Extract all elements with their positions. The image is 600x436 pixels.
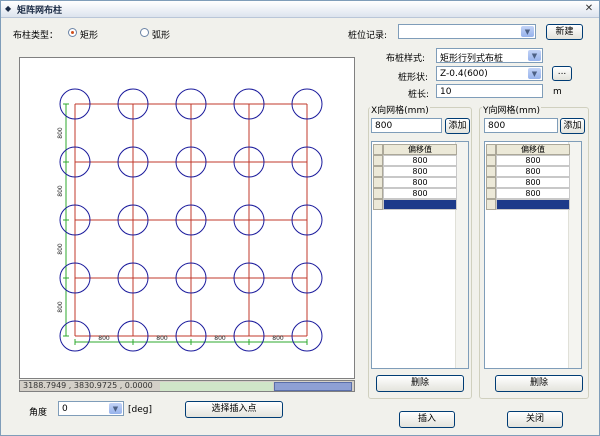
x-grid-title: X向网格(mm)	[370, 103, 430, 116]
y-grid-row-header[interactable]	[486, 188, 496, 199]
y-grid-input-value: 800	[488, 121, 506, 131]
y-grid-title: Y向网格(mm)	[482, 103, 542, 116]
window-title: 矩阵网布柱	[17, 6, 63, 16]
close-icon[interactable]: ✕	[583, 3, 595, 14]
layout-type-label: 布柱类型：	[13, 31, 59, 41]
shape-label: 桩形状:	[398, 73, 429, 83]
y-grid-row[interactable]: 800	[496, 166, 570, 177]
dimension-label: 800	[57, 127, 64, 139]
y-grid-row-header[interactable]	[486, 166, 496, 177]
angle-value: 0	[62, 404, 68, 414]
dimension-label: 800	[57, 243, 64, 255]
y-grid-column-header: 偏移值	[496, 144, 570, 155]
x-grid-row[interactable]: 800	[383, 155, 457, 166]
radio-arc[interactable]	[140, 28, 149, 37]
x-grid-row[interactable]: 800	[383, 166, 457, 177]
x-grid-delete-button[interactable]: 删除	[376, 375, 464, 392]
length-label: 桩长:	[408, 90, 430, 100]
length-value: 10	[440, 87, 452, 97]
y-grid-row-header[interactable]	[486, 177, 496, 188]
dimension-label: 800	[156, 335, 168, 342]
x-grid-row-header[interactable]	[373, 199, 383, 210]
x-grid-column-header: 偏移值	[383, 144, 457, 155]
chevron-down-icon[interactable]: ▼	[109, 403, 122, 414]
dimension-label: 800	[272, 335, 284, 342]
y-grid-row-header[interactable]	[486, 199, 496, 210]
x-grid-row[interactable]	[383, 199, 457, 210]
status-bar: 3188.7949 , 3830.9725 , 0.0000	[19, 380, 355, 392]
x-grid-input[interactable]: 800	[371, 118, 442, 133]
angle-select[interactable]: 0 ▼	[58, 401, 124, 416]
chevron-down-icon[interactable]: ▼	[528, 68, 541, 79]
x-grid-row-header[interactable]	[373, 155, 383, 166]
y-grid-row[interactable]: 800	[496, 155, 570, 166]
new-button[interactable]: 新建	[546, 24, 583, 40]
y-grid-row[interactable]: 800	[496, 177, 570, 188]
radio-arc-label[interactable]: 弧形	[152, 28, 170, 41]
status-indicator	[274, 382, 352, 391]
x-grid-row-header[interactable]	[373, 166, 383, 177]
style-label: 布桩样式:	[386, 54, 426, 64]
preview-canvas[interactable]: 800 800 800 800 800 800 800 800	[19, 57, 355, 379]
y-grid-table[interactable]: 偏移值 800 800 800 800	[484, 141, 582, 369]
y-grid-row-header[interactable]	[486, 155, 496, 166]
x-grid-corner-cell	[373, 144, 383, 155]
y-grid-corner-cell	[486, 144, 496, 155]
y-grid-row[interactable]	[496, 199, 570, 210]
dimension-label: 800	[57, 301, 64, 313]
x-grid-row-header[interactable]	[373, 177, 383, 188]
status-panel	[160, 382, 273, 391]
pile-record-select[interactable]: ▼	[398, 24, 536, 39]
shape-more-button[interactable]: ...	[552, 66, 572, 81]
dimension-label: 800	[57, 185, 64, 197]
x-grid-row-header[interactable]	[373, 188, 383, 199]
status-coords: 3188.7949 , 3830.9725 , 0.0000	[23, 381, 153, 390]
app-icon: ◆	[5, 4, 12, 13]
style-value: 矩形行列式布桩	[440, 54, 504, 64]
length-input[interactable]: 10	[436, 84, 543, 98]
x-grid-input-value: 800	[375, 121, 393, 131]
x-grid-table[interactable]: 偏移值 800 800 800 800	[371, 141, 469, 369]
title-bar[interactable]: ◆ 矩阵网布柱 ✕	[1, 1, 599, 18]
angle-unit: [deg]	[128, 405, 152, 415]
shape-select[interactable]: Z-0.4(600) ▼	[436, 66, 543, 81]
pile-record-label: 桩位记录:	[348, 31, 388, 41]
shape-value: Z-0.4(600)	[440, 69, 488, 79]
y-grid-row[interactable]: 800	[496, 188, 570, 199]
chevron-down-icon[interactable]: ▼	[528, 50, 541, 61]
x-grid-add-button[interactable]: 添加	[445, 118, 470, 134]
radio-rect[interactable]	[68, 28, 77, 37]
style-select[interactable]: 矩形行列式布桩 ▼	[436, 48, 543, 64]
dimension-label: 800	[98, 335, 110, 342]
y-grid-add-button[interactable]: 添加	[560, 118, 585, 134]
x-grid-row[interactable]: 800	[383, 177, 457, 188]
dialog-window: ◆ 矩阵网布柱 ✕ 布柱类型： 矩形 弧形 桩位记录: ▼ 新建 布桩样式: 矩…	[0, 0, 600, 436]
x-grid-row[interactable]: 800	[383, 188, 457, 199]
dimension-label: 800	[214, 335, 226, 342]
y-grid-delete-button[interactable]: 删除	[495, 375, 583, 392]
length-unit: m	[553, 87, 562, 97]
radio-rect-label[interactable]: 矩形	[80, 28, 98, 41]
preview-plot: 800 800 800 800 800 800 800 800	[57, 88, 323, 352]
chevron-down-icon[interactable]: ▼	[521, 26, 534, 37]
select-insert-point-button[interactable]: 选择插入点	[185, 401, 283, 418]
angle-label: 角度	[29, 408, 48, 418]
close-button[interactable]: 关闭	[507, 411, 563, 428]
y-grid-input[interactable]: 800	[484, 118, 558, 133]
insert-button[interactable]: 插入	[399, 411, 455, 428]
